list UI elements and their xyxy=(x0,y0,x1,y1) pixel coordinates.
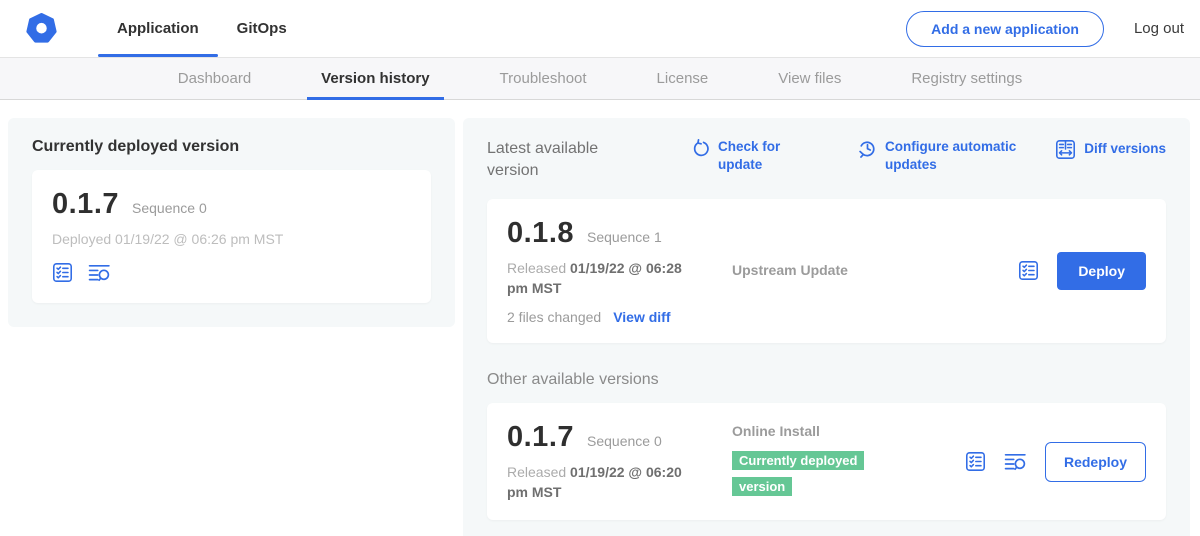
diff-versions-link[interactable]: Diff versions xyxy=(1055,138,1166,160)
view-diff-link[interactable]: View diff xyxy=(613,309,670,325)
deployed-version-number: 0.1.7 xyxy=(52,188,119,221)
other-sequence: Sequence 0 xyxy=(587,433,662,449)
deployed-timestamp: Deployed 01/19/22 @ 06:26 pm MST xyxy=(52,231,411,247)
files-changed-count: 2 files changed xyxy=(507,309,601,325)
tab-gitops[interactable]: GitOps xyxy=(218,0,306,57)
subnav-version-history-label: Version history xyxy=(321,70,429,87)
preflight-checklist-icon[interactable] xyxy=(1018,260,1039,281)
configure-automatic-updates-label: Configure automatic updates xyxy=(885,138,1033,173)
available-panel-header: Latest available version Check for updat… xyxy=(487,138,1166,181)
other-available-versions-title: Other available versions xyxy=(487,371,1166,389)
configure-automatic-updates-link[interactable]: Configure automatic updates xyxy=(858,138,1033,173)
currently-deployed-title: Currently deployed version xyxy=(32,138,431,156)
latest-sequence: Sequence 1 xyxy=(587,229,662,245)
app-subnav: Dashboard Version history Troubleshoot L… xyxy=(0,57,1200,100)
latest-version-row: 0.1.8 Sequence 1 xyxy=(507,217,732,250)
other-version-card: 0.1.7 Sequence 0 Released 01/19/22 @ 06:… xyxy=(487,403,1166,521)
logout-link[interactable]: Log out xyxy=(1134,20,1184,37)
tab-application-label: Application xyxy=(117,20,199,37)
latest-version-actions: Deploy xyxy=(1018,252,1146,290)
subnav-license-label: License xyxy=(657,70,709,87)
add-application-button[interactable]: Add a new application xyxy=(906,11,1104,47)
latest-version-info: 0.1.8 Sequence 1 Released 01/19/22 @ 06:… xyxy=(507,217,732,325)
currently-deployed-panel: Currently deployed version 0.1.7 Sequenc… xyxy=(8,118,455,327)
other-version-row: 0.1.7 Sequence 0 xyxy=(507,421,732,454)
other-version-number: 0.1.7 xyxy=(507,421,574,454)
check-update-refresh-icon xyxy=(691,139,710,158)
subnav-item-registry-settings[interactable]: Registry settings xyxy=(897,58,1036,99)
latest-source-label: Upstream Update xyxy=(732,262,848,278)
available-versions-panel: Latest available version Check for updat… xyxy=(463,118,1190,536)
latest-files-row: 2 files changed View diff xyxy=(507,309,732,325)
diff-versions-label: Diff versions xyxy=(1084,140,1166,158)
deploy-logs-icon[interactable] xyxy=(88,262,111,283)
released-prefix: Released xyxy=(507,260,570,276)
preflight-checklist-icon[interactable] xyxy=(965,451,986,472)
deployed-version-card: 0.1.7 Sequence 0 Deployed 01/19/22 @ 06:… xyxy=(32,170,431,303)
currently-deployed-badge-wrap: Currently deployed version xyxy=(732,448,882,499)
currently-deployed-badge: Currently deployed version xyxy=(732,451,864,496)
check-for-update-label: Check for update xyxy=(718,138,796,173)
subnav-item-version-history[interactable]: Version history xyxy=(307,58,443,99)
redeploy-button[interactable]: Redeploy xyxy=(1045,442,1146,482)
subnav-item-license[interactable]: License xyxy=(643,58,723,99)
latest-version-source: Upstream Update xyxy=(732,262,1018,280)
other-version-source: Online Install Currently deployed versio… xyxy=(732,423,965,499)
deployed-sequence: Sequence 0 xyxy=(132,200,207,216)
other-version-info: 0.1.7 Sequence 0 Released 01/19/22 @ 06:… xyxy=(507,421,732,503)
other-version-actions: Redeploy xyxy=(965,442,1146,482)
deployed-version-row: 0.1.7 Sequence 0 xyxy=(52,188,411,221)
preflight-checklist-icon[interactable] xyxy=(52,262,73,283)
subnav-item-dashboard[interactable]: Dashboard xyxy=(164,58,265,99)
subnav-view-files-label: View files xyxy=(778,70,841,87)
subnav-registry-settings-label: Registry settings xyxy=(911,70,1022,87)
app-logo[interactable] xyxy=(25,12,58,45)
tab-gitops-label: GitOps xyxy=(237,20,287,37)
app-level-tabs: Application GitOps xyxy=(98,0,306,57)
tab-application[interactable]: Application xyxy=(98,0,218,57)
version-history-page: Currently deployed version 0.1.7 Sequenc… xyxy=(0,100,1200,536)
subnav-troubleshoot-label: Troubleshoot xyxy=(500,70,587,87)
check-for-update-link[interactable]: Check for update xyxy=(691,138,796,173)
diff-versions-icon xyxy=(1055,139,1076,160)
top-nav-right: Add a new application Log out xyxy=(906,11,1200,47)
other-source-label: Online Install xyxy=(732,423,820,439)
released-prefix: Released xyxy=(507,464,570,480)
latest-released-timestamp: Released 01/19/22 @ 06:28 pm MST xyxy=(507,258,691,299)
deploy-button[interactable]: Deploy xyxy=(1057,252,1146,290)
configure-auto-updates-icon xyxy=(858,139,877,158)
latest-version-number: 0.1.8 xyxy=(507,217,574,250)
deployed-card-actions xyxy=(52,262,411,283)
subnav-item-troubleshoot[interactable]: Troubleshoot xyxy=(486,58,601,99)
latest-version-card: 0.1.8 Sequence 1 Released 01/19/22 @ 06:… xyxy=(487,199,1166,343)
deploy-logs-icon[interactable] xyxy=(1004,451,1027,472)
subnav-item-view-files[interactable]: View files xyxy=(764,58,855,99)
subnav-dashboard-label: Dashboard xyxy=(178,70,251,87)
app-logo-heptagon-icon xyxy=(25,12,58,45)
other-released-timestamp: Released 01/19/22 @ 06:20 pm MST xyxy=(507,462,691,503)
top-nav: Application GitOps Add a new application… xyxy=(0,0,1200,57)
latest-available-title: Latest available version xyxy=(487,138,619,181)
